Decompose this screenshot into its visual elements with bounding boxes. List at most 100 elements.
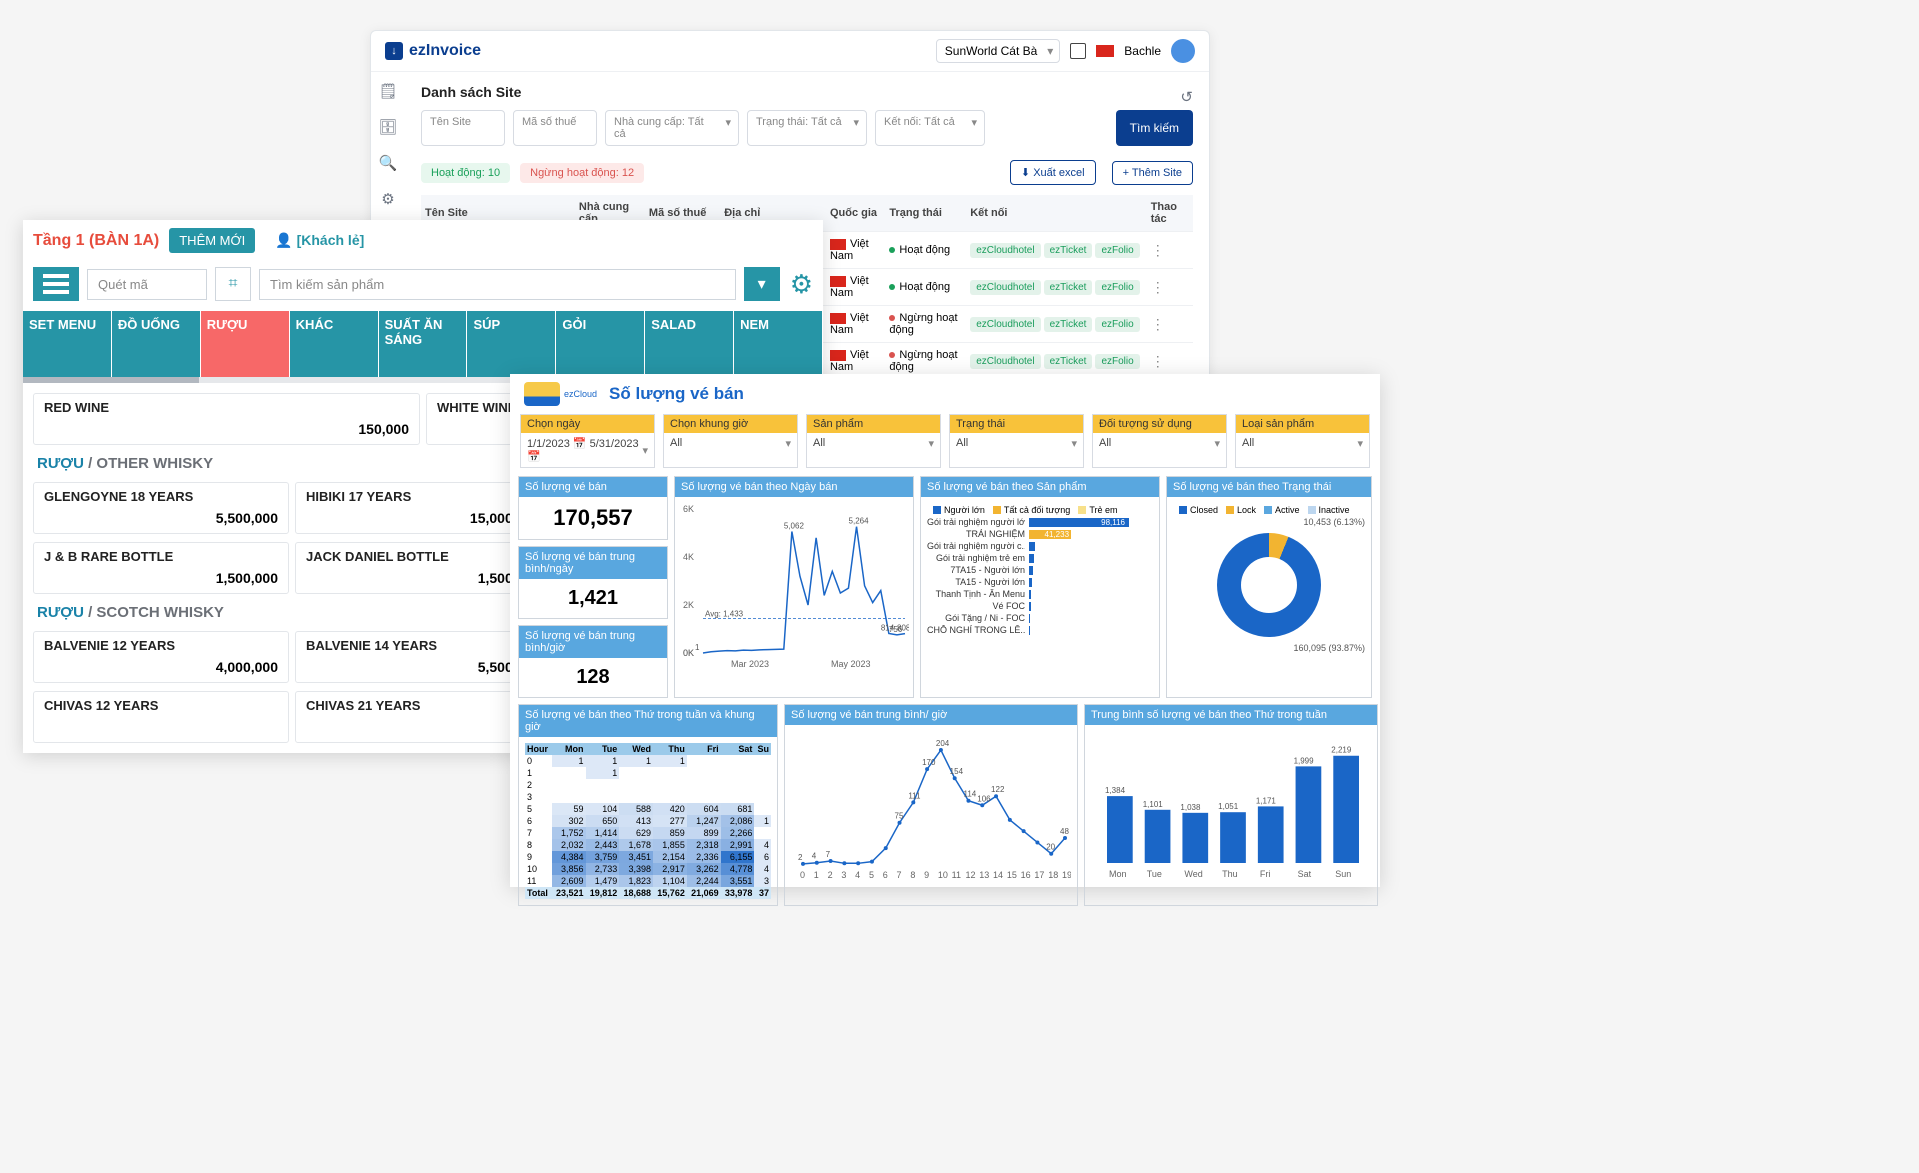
svg-text:154: 154 [950,767,964,776]
more-icon[interactable]: ⋮ [1151,242,1165,258]
ket-noi-select[interactable]: Kết nối: Tất cả [875,110,985,146]
col-header: Kết nối [966,195,1147,232]
chart-avg-weekday: Trung bình số lượng vé bán theo Thứ tron… [1084,704,1378,906]
menu-icon[interactable] [33,267,79,301]
legend-item: Lock [1226,505,1256,515]
product-price: 150,000 [44,421,409,437]
connection-chip[interactable]: ezFolio [1095,354,1139,369]
category-tab[interactable]: SÚP [467,311,556,377]
heatmap: Số lượng vé bán theo Thứ trong tuần và k… [518,704,778,906]
gear-icon[interactable]: ⚙ [381,190,394,208]
flag-icon [830,239,846,250]
svg-text:1,051: 1,051 [1218,802,1239,811]
filter-box[interactable]: Trạng tháiAll [949,414,1084,468]
connection-chip[interactable]: ezFolio [1095,243,1139,258]
filter-box[interactable]: Đối tượng sử dụngAll [1092,414,1227,468]
ezinvoice-logo: ↓ ezInvoice [385,42,481,60]
qr-icon[interactable]: ⌗ [215,267,251,301]
connection-chip[interactable]: ezTicket [1044,317,1093,332]
connection-chip[interactable]: ezCloudhotel [970,280,1040,295]
legend-item: Inactive [1308,505,1350,515]
history-icon[interactable]: ↺ [1180,88,1193,106]
kpi-per-hour: Số lượng vé bán trung bình/giờ128 [518,625,668,698]
connection-chip[interactable]: ezCloudhotel [970,317,1040,332]
filter-box[interactable]: Sản phẩmAll [806,414,941,468]
svg-text:6: 6 [883,870,888,880]
flag-icon [830,350,846,361]
brand-text: ezInvoice [409,42,481,60]
product-name: JACK DANIEL BOTTLE [306,549,540,564]
connection-chip[interactable]: ezTicket [1044,280,1093,295]
svg-text:4: 4 [812,852,817,861]
hbar-row: Gói trải nghiệm trẻ em [927,553,1153,563]
product-card[interactable]: BALVENIE 12 YEARS4,000,000 [33,631,289,683]
workspace-select[interactable]: SunWorld Cát Bà [936,39,1061,63]
product-price: 4,000,000 [44,659,278,675]
search-button[interactable]: Tìm kiếm [1116,110,1193,146]
category-tab[interactable]: GỎI [556,311,645,377]
kpi-value: 170,557 [519,497,667,539]
svg-text:Mar 2023: Mar 2023 [731,659,769,669]
guest-link[interactable]: 👤 [Khách lẻ] [275,232,364,249]
filter-box[interactable]: Chọn khung giờAll [663,414,798,468]
chart-avg-hour: Số lượng vé bán trung bình/ giờ 24775111… [784,704,1078,906]
svg-text:1: 1 [695,643,700,652]
filter-box[interactable]: Loại sản phẩmAll [1235,414,1370,468]
new-button[interactable]: THÊM MỚI [169,228,255,253]
apps-icon[interactable] [1070,43,1086,59]
server-icon[interactable]: 🗄 [378,118,397,136]
add-site-button[interactable]: + Thêm Site [1112,161,1193,185]
category-tab[interactable]: SET MENU [23,311,112,377]
flag-icon[interactable] [1096,45,1114,57]
scan-input[interactable]: Quét mã [87,269,207,300]
avatar[interactable] [1171,39,1195,63]
more-icon[interactable]: ⋮ [1151,279,1165,295]
product-card[interactable]: GLENGOYNE 18 YEARS5,500,000 [33,482,289,534]
category-tab[interactable]: NEM [734,311,823,377]
more-icon[interactable]: ⋮ [1151,353,1165,369]
search-dropdown-icon[interactable]: ▾ [744,267,780,301]
connection-chip[interactable]: ezCloudhotel [970,354,1040,369]
category-tab[interactable]: SALAD [645,311,734,377]
heat-row: 3 [525,791,771,803]
kpi-label: Số lượng vé bán trung bình/ngày [519,547,667,579]
product-card[interactable]: CHIVAS 12 YEARS [33,691,289,743]
connection-chip[interactable]: ezTicket [1044,243,1093,258]
note-icon[interactable]: 🗒 [378,82,397,100]
export-button[interactable]: ⬇ Xuất excel [1010,160,1096,185]
kpi-total: Số lượng vé bán170,557 [518,476,668,540]
chart-by-status: Số lượng vé bán theo Trạng thái ClosedLo… [1166,476,1372,698]
product-card[interactable]: RED WINE150,000 [33,393,420,445]
tile-header: Số lượng vé bán theo Trạng thái [1167,477,1371,497]
connection-chip[interactable]: ezCloudhotel [970,243,1040,258]
nha-cung-cap-select[interactable]: Nhà cung cấp: Tất cả [605,110,739,146]
svg-text:11: 11 [952,870,961,880]
svg-text:13: 13 [979,870,989,880]
connection-chip[interactable]: ezFolio [1095,280,1139,295]
settings-icon[interactable]: ⚙ [790,269,813,300]
ten-site-input[interactable]: Tên Site [421,110,505,146]
hbar-row: TRẢI NGHIỆM41,233 [927,529,1153,539]
category-tab[interactable]: RƯỢU [201,311,290,377]
legend-product: Người lớnTất cả đối tượngTrẻ em [927,503,1153,517]
svg-text:1,038: 1,038 [1180,803,1201,812]
filter-row: Tên Site Mã số thuế Nhà cung cấp: Tất cả… [421,110,1193,146]
category-tab[interactable]: KHÁC [290,311,379,377]
product-card[interactable]: J & B RARE BOTTLE1,500,000 [33,542,289,594]
svg-text:7: 7 [897,870,902,880]
svg-text:106: 106 [977,794,991,803]
trang-thai-select[interactable]: Trạng thái: Tất cả [747,110,867,146]
search-icon[interactable]: 🔍 [379,154,398,172]
filter-box[interactable]: Chọn ngày1/1/2023 📅 5/31/2023 📅 [520,414,655,468]
category-tab[interactable]: SUẤT ĂN SÁNG [379,311,468,377]
connection-chip[interactable]: ezTicket [1044,354,1093,369]
more-icon[interactable]: ⋮ [1151,316,1165,332]
chart-by-day: Số lượng vé bán theo Ngày bán 0K2K4K6K0K… [674,476,914,698]
kpi-value: 1,421 [519,579,667,618]
product-name: BALVENIE 14 YEARS [306,638,540,653]
product-price: 1,500,000 [306,570,540,586]
connection-chip[interactable]: ezFolio [1095,317,1139,332]
product-search-input[interactable]: Tìm kiếm sản phẩm [259,269,736,300]
ma-so-thue-input[interactable]: Mã số thuế [513,110,597,146]
category-tab[interactable]: ĐỒ UỐNG [112,311,201,377]
